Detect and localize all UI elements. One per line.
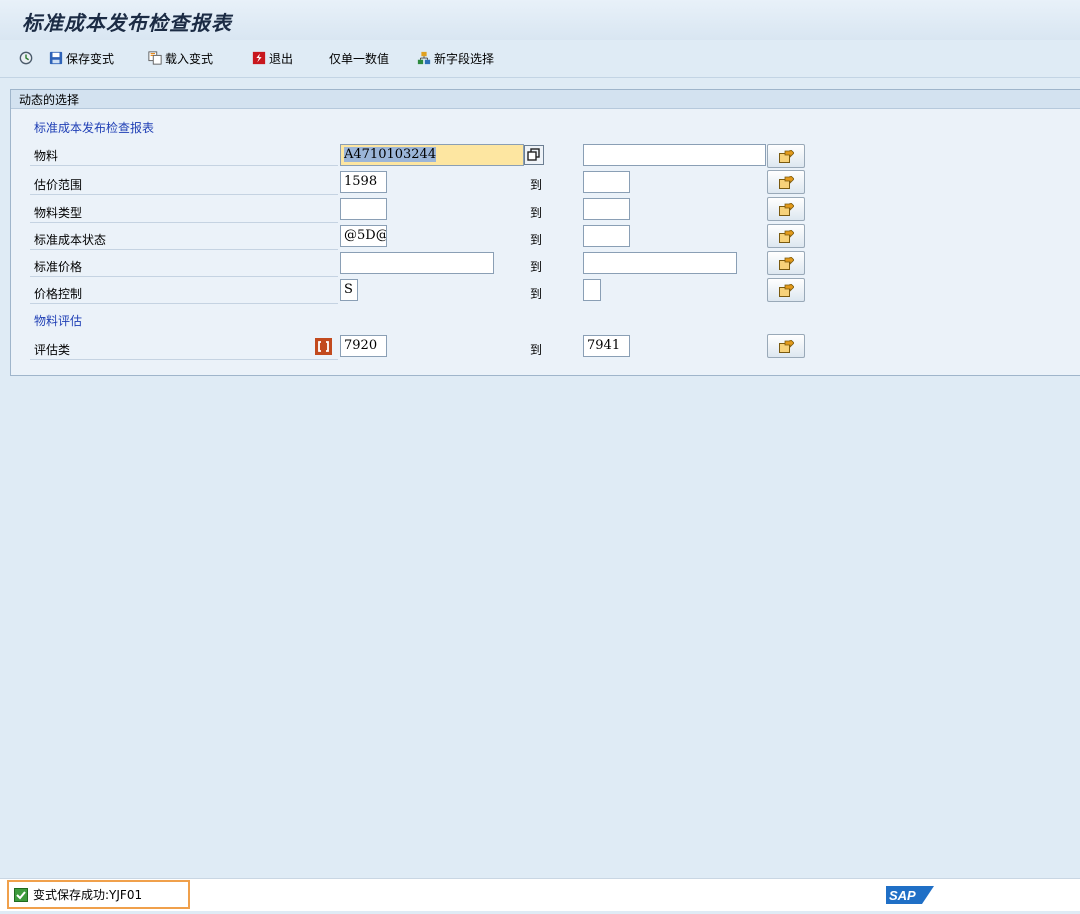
valuation-area-from-input[interactable]: 1598 — [340, 171, 387, 193]
panel-header: 动态的选择 — [11, 90, 1080, 109]
to-label: 到 — [530, 343, 543, 357]
multiple-selection-arrow-icon — [779, 176, 794, 189]
section-title-report: 标准成本发布检查报表 — [34, 121, 155, 135]
save-icon — [49, 51, 63, 65]
row-underline — [30, 359, 338, 360]
to-label: 到 — [530, 178, 543, 192]
success-check-icon — [14, 887, 28, 902]
valuation-area-multiple-selection-button[interactable] — [767, 170, 805, 194]
load-variant-label: 载入变式 — [165, 51, 214, 66]
range-selection-option-icon[interactable] — [315, 338, 332, 355]
material-type-from-input[interactable] — [340, 198, 387, 220]
exit-icon — [252, 51, 266, 65]
multiple-selection-toggle[interactable] — [524, 145, 544, 165]
to-label: 到 — [530, 233, 543, 247]
material-to-input[interactable] — [583, 144, 766, 166]
cost-status-from-input[interactable]: @5D@ — [340, 225, 387, 247]
execute-button[interactable] — [19, 49, 36, 67]
valuation-area-to-input[interactable] — [583, 171, 630, 193]
load-variant-icon — [148, 51, 162, 65]
material-type-multiple-selection-button[interactable] — [767, 197, 805, 221]
row-underline — [30, 165, 338, 166]
panel-title: 动态的选择 — [19, 93, 80, 107]
standard-price-multiple-selection-button[interactable] — [767, 251, 805, 275]
standard-price-from-input[interactable] — [340, 252, 494, 274]
new-field-selection-button[interactable]: 新字段选择 — [417, 49, 494, 67]
multiple-selection-arrow-icon — [779, 284, 794, 297]
multiple-selection-arrow-icon — [779, 230, 794, 243]
valuation-class-from-input[interactable]: 7920 — [340, 335, 387, 357]
price-control-label: 价格控制 — [34, 287, 83, 301]
save-variant-button[interactable]: 保存变式 — [49, 49, 114, 67]
material-from-input[interactable]: A4710103244 — [340, 144, 524, 166]
row-underline — [30, 222, 338, 223]
multiple-selection-arrow-icon — [779, 257, 794, 270]
load-variant-button[interactable]: 载入变式 — [148, 49, 213, 67]
page-title: 标准成本发布检查报表 — [22, 11, 232, 35]
title-bar: 标准成本发布检查报表 — [0, 0, 1080, 40]
cost-status-to-input[interactable] — [583, 225, 630, 247]
new-field-label: 新字段选择 — [434, 51, 495, 66]
price-control-multiple-selection-button[interactable] — [767, 278, 805, 302]
hierarchy-icon — [417, 51, 431, 65]
valuation-class-to-input[interactable]: 7941 — [583, 335, 630, 357]
multiple-selection-arrow-icon — [779, 150, 794, 163]
status-message-text: 变式保存成功:YJF01 — [33, 888, 143, 902]
svg-text:SAP: SAP — [889, 888, 916, 903]
to-label: 到 — [530, 260, 543, 274]
row-underline — [30, 249, 338, 250]
row-underline — [30, 276, 338, 277]
exit-button[interactable]: 退出 — [252, 49, 293, 67]
valuation-class-multiple-selection-button[interactable] — [767, 334, 805, 358]
multiple-selection-arrow-icon — [779, 340, 794, 353]
valuation-class-label: 评估类 — [34, 343, 71, 357]
application-toolbar: 保存变式 载入变式 退出 仅单一数值 新字段选择 — [0, 40, 1080, 78]
single-value-label: 仅单一数值 — [329, 51, 390, 66]
standard-price-to-input[interactable] — [583, 252, 737, 274]
price-control-from-input[interactable]: S — [340, 279, 358, 301]
cost-status-multiple-selection-button[interactable] — [767, 224, 805, 248]
valuation-area-label: 估价范围 — [34, 178, 83, 192]
material-multiple-selection-button[interactable] — [767, 144, 805, 168]
save-variant-label: 保存变式 — [66, 51, 115, 66]
cost-status-label: 标准成本状态 — [34, 233, 107, 247]
material-label: 物料 — [34, 149, 59, 163]
execute-clock-icon — [19, 51, 33, 65]
material-type-label: 物料类型 — [34, 206, 83, 220]
multiple-selection-icon — [527, 148, 540, 161]
standard-price-label: 标准价格 — [34, 260, 83, 274]
material-type-to-input[interactable] — [583, 198, 630, 220]
material-from-value: A4710103244 — [344, 147, 437, 162]
to-label: 到 — [530, 287, 543, 301]
sap-logo: SAP — [886, 886, 934, 904]
multiple-selection-arrow-icon — [779, 203, 794, 216]
to-label: 到 — [530, 206, 543, 220]
section-title-valuation: 物料评估 — [34, 314, 83, 328]
status-message[interactable]: 变式保存成功:YJF01 — [7, 880, 190, 909]
dynamic-selection-panel: 动态的选择 — [10, 89, 1080, 376]
exit-label: 退出 — [269, 51, 294, 66]
single-value-button[interactable]: 仅单一数值 — [329, 49, 389, 67]
row-underline — [30, 303, 338, 304]
row-underline — [30, 194, 338, 195]
price-control-to-input[interactable] — [583, 279, 601, 301]
